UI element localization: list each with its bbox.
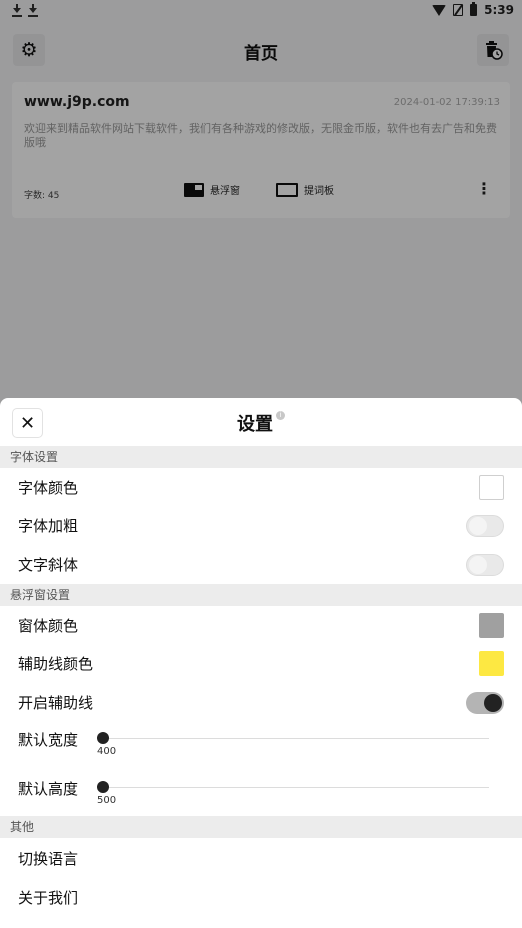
section-float-settings: 悬浮窗设置 xyxy=(0,584,522,606)
height-slider-value: 500 xyxy=(97,795,117,806)
row-guide-enable: 开启辅助线 xyxy=(0,683,522,721)
font-color-swatch[interactable] xyxy=(479,475,504,500)
row-font-bold: 字体加粗 xyxy=(0,506,522,544)
width-slider-track[interactable] xyxy=(103,738,489,739)
row-text-italic: 文字斜体 xyxy=(0,545,522,583)
font-bold-label: 字体加粗 xyxy=(18,517,79,535)
width-slider-value: 400 xyxy=(97,746,117,757)
window-color-swatch[interactable] xyxy=(479,613,504,638)
sheet-header: ✕ 设置 i xyxy=(0,398,522,446)
default-height-label: 默认高度 xyxy=(18,780,79,798)
guide-enable-toggle[interactable] xyxy=(466,692,504,714)
default-width-label: 默认宽度 xyxy=(18,731,79,749)
text-italic-label: 文字斜体 xyxy=(18,556,79,574)
about-us-label: 关于我们 xyxy=(18,889,79,907)
row-window-color[interactable]: 窗体颜色 xyxy=(0,606,522,644)
sheet-title: 设置 xyxy=(237,414,273,435)
guide-enable-label: 开启辅助线 xyxy=(18,694,94,712)
row-switch-language[interactable]: 切换语言 xyxy=(0,839,522,877)
section-other: 其他 xyxy=(0,816,522,838)
row-about-us[interactable]: 关于我们 xyxy=(0,878,522,916)
row-default-width: 默认宽度 400 xyxy=(0,729,522,775)
height-slider-track[interactable] xyxy=(103,787,489,788)
row-font-color[interactable]: 字体颜色 xyxy=(0,468,522,506)
width-slider-thumb[interactable] xyxy=(97,732,109,744)
font-color-label: 字体颜色 xyxy=(18,479,79,497)
guide-color-label: 辅助线颜色 xyxy=(18,655,94,673)
font-bold-toggle[interactable] xyxy=(466,515,504,537)
window-color-label: 窗体颜色 xyxy=(18,617,79,635)
row-guide-color[interactable]: 辅助线颜色 xyxy=(0,644,522,682)
text-italic-toggle[interactable] xyxy=(466,554,504,576)
switch-language-label: 切换语言 xyxy=(18,850,79,868)
height-slider-thumb[interactable] xyxy=(97,781,109,793)
guide-color-swatch[interactable] xyxy=(479,651,504,676)
settings-sheet: ✕ 设置 i 字体设置 字体颜色 字体加粗 文字斜体 悬浮窗设置 窗体颜色 辅助线… xyxy=(0,398,522,928)
section-font-settings: 字体设置 xyxy=(0,446,522,468)
info-icon[interactable]: i xyxy=(276,411,285,420)
